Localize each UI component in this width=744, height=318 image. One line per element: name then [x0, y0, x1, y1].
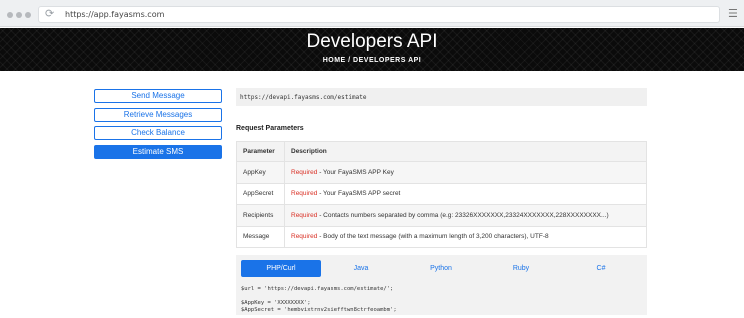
window-controls [7, 12, 31, 18]
tab-csharp[interactable]: C# [561, 260, 641, 277]
sidebar-item-check-balance[interactable]: Check Balance [94, 126, 222, 140]
param-name: AppSecret [236, 182, 285, 205]
window-dot-icon[interactable] [25, 12, 31, 18]
hamburger-menu-icon[interactable]: ☰ [728, 8, 738, 19]
sidebar-item-estimate-sms[interactable]: Estimate SMS [94, 144, 222, 159]
table-header-row: Parameter Description [236, 141, 647, 162]
param-description: Required - Body of the text message (wit… [284, 225, 647, 248]
required-label: Required [291, 233, 318, 241]
breadcrumb[interactable]: HOME / DEVELOPERS API [0, 57, 744, 64]
code-line: $url = 'https://devapi.fayasms.com/estim… [241, 286, 394, 292]
column-header-description: Description [284, 141, 647, 162]
description-text: - Your FayaSMS APP secret [317, 190, 401, 198]
required-label: Required [291, 168, 318, 176]
reload-icon[interactable]: ⟳ [45, 8, 55, 19]
param-description: Required - Your FayaSMS APP Key [284, 161, 647, 184]
param-description: Required - Contacts numbers separated by… [284, 204, 647, 227]
tab-ruby[interactable]: Ruby [481, 260, 561, 277]
parameters-table: Parameter Description AppKey Required - … [236, 141, 647, 248]
param-name: Recipients [236, 204, 285, 227]
param-name: Message [236, 225, 285, 248]
tab-php-curl[interactable]: PHP/Curl [241, 260, 321, 277]
code-line: $AppSecret = 'hembvixtrnv2siefftwn8ctrfe… [241, 307, 397, 313]
description-text: - Your FayaSMS APP Key [317, 168, 394, 176]
section-title: Request Parameters [236, 125, 304, 132]
browser-toolbar: ⟳ https://app.fayasms.com ☰ [0, 0, 744, 27]
window-dot-icon[interactable] [16, 12, 22, 18]
tab-java[interactable]: Java [321, 260, 401, 277]
code-sample-panel: PHP/Curl Java Python Ruby C# $url = 'htt… [236, 255, 647, 315]
param-name: AppKey [236, 161, 285, 184]
tab-python[interactable]: Python [401, 260, 481, 277]
table-row: Recipients Required - Contacts numbers s… [236, 204, 647, 227]
required-label: Required [291, 190, 318, 198]
page-hero: Developers API HOME / DEVELOPERS API [0, 28, 744, 71]
description-text: - Contacts numbers separated by comma (e… [317, 211, 609, 219]
table-row: Message Required - Body of the text mess… [236, 225, 647, 248]
column-header-parameter: Parameter [236, 141, 285, 162]
url-text[interactable]: https://app.fayasms.com [65, 10, 164, 19]
description-text: - Body of the text message (with a maxim… [317, 233, 549, 241]
code-tabs: PHP/Curl Java Python Ruby C# [241, 260, 641, 277]
sidebar-item-retrieve-messages[interactable]: Retrieve Messages [94, 107, 222, 122]
endpoint-url: https://devapi.fayasms.com/estimate [236, 88, 647, 106]
sidebar-item-send-message[interactable]: Send Message [94, 89, 222, 103]
api-sidebar: Send Message Retrieve Messages Check Bal… [94, 89, 222, 163]
main-content: https://devapi.fayasms.com/estimate Requ… [236, 88, 647, 315]
address-bar[interactable]: ⟳ https://app.fayasms.com [38, 6, 720, 23]
table-row: AppKey Required - Your FayaSMS APP Key [236, 161, 647, 184]
required-label: Required [291, 211, 318, 219]
table-row: AppSecret Required - Your FayaSMS APP se… [236, 182, 647, 205]
page-title: Developers API [306, 31, 438, 52]
code-block: $url = 'https://devapi.fayasms.com/estim… [241, 286, 397, 314]
param-description: Required - Your FayaSMS APP secret [284, 182, 647, 205]
window-dot-icon[interactable] [7, 12, 13, 18]
code-line: $AppKey = 'XXXXXXXX'; [241, 300, 311, 306]
